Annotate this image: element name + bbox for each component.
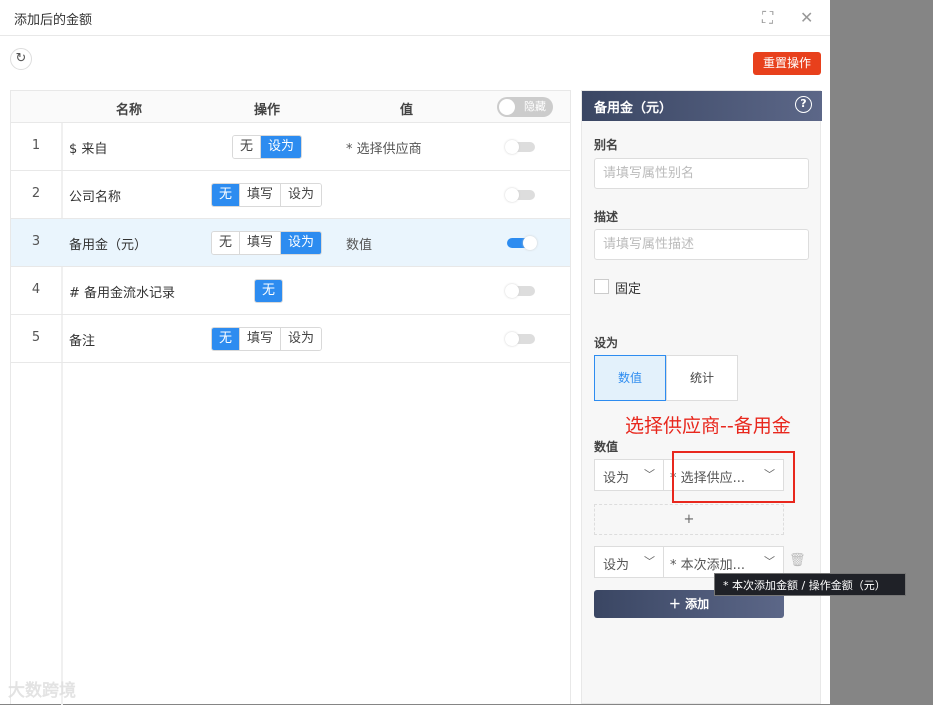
- option-stat[interactable]: 统计: [666, 355, 738, 401]
- row-index: 4: [31, 282, 41, 297]
- table-row[interactable]: 1 $ 来自 无设为 * 选择供应商: [11, 123, 570, 171]
- op-option[interactable]: 设为: [281, 232, 322, 254]
- trash-icon[interactable]: 🗑: [789, 553, 806, 568]
- table-row[interactable]: 3 备用金（元） 无填写 设为 数值: [11, 219, 570, 267]
- hide-toggle[interactable]: 隐藏: [497, 97, 553, 117]
- rule2-mode-select[interactable]: 设为 ﹀: [594, 546, 664, 578]
- annotation-text: 选择供应商--备用金: [625, 415, 791, 437]
- dialog-title: 添加后的金额: [14, 13, 93, 28]
- row-value: 数值: [346, 238, 373, 253]
- add-button-label: 添加: [685, 597, 710, 611]
- op-option[interactable]: 无: [212, 232, 241, 254]
- chevron-down-icon: ﹀: [644, 555, 655, 568]
- table-header: 名称 操作 值 隐藏: [11, 91, 570, 123]
- panel-title: 备用金（元）: [594, 101, 673, 116]
- table-row[interactable]: 2 公司名称 无填写 设为: [11, 171, 570, 219]
- row-name: 公司名称: [69, 190, 122, 205]
- panel-header: 备用金（元） ?: [582, 91, 822, 121]
- row-index: 1: [31, 138, 41, 153]
- op-segment: 无填写 设为: [211, 231, 323, 255]
- op-segment: 无设为: [232, 135, 303, 159]
- rule1-mode: 设为: [603, 471, 630, 486]
- close-icon[interactable]: ✕: [800, 8, 813, 27]
- row-index: 5: [31, 330, 41, 345]
- highlight-box: [672, 451, 795, 503]
- reset-button[interactable]: 重置操作: [753, 52, 821, 75]
- row-index: 3: [31, 234, 41, 249]
- expand-icon[interactable]: ⛶: [762, 8, 773, 28]
- desc-label: 描述: [594, 210, 619, 224]
- tooltip: * 本次添加金额 / 操作金额（元）: [714, 573, 906, 596]
- alias-input[interactable]: [594, 158, 809, 189]
- table-row[interactable]: 5 备注 无填写 设为: [11, 315, 570, 363]
- rule1-mode-select[interactable]: 设为 ﹀: [594, 459, 664, 491]
- op-option[interactable]: 无: [255, 280, 283, 302]
- value-label: 数值: [594, 440, 619, 454]
- row-toggle[interactable]: [505, 284, 535, 298]
- op-option[interactable]: 填写: [240, 184, 282, 206]
- chevron-down-icon: ﹀: [764, 555, 775, 568]
- header-name: 名称: [116, 103, 143, 118]
- op-option[interactable]: 设为: [281, 184, 322, 206]
- desc-input[interactable]: [594, 229, 809, 260]
- op-option[interactable]: 设为: [261, 136, 302, 158]
- fixed-checkbox[interactable]: [594, 279, 609, 294]
- dialog: 添加后的金额 ⛶ ✕ ↻ 重置操作 名称 操作 值 隐藏 1 $ 来自 无设为 …: [0, 0, 906, 705]
- row-toggle[interactable]: [505, 188, 535, 202]
- setas-label: 设为: [594, 336, 619, 350]
- row-name: $ 来自: [69, 142, 108, 157]
- title-bar: 添加后的金额 ⛶ ✕: [0, 0, 830, 36]
- row-index: 2: [31, 186, 41, 201]
- field-table: 名称 操作 值 隐藏 1 $ 来自 无设为 * 选择供应商 2 公司名称 无填写…: [10, 90, 571, 705]
- row-name: 备注: [69, 334, 96, 349]
- fixed-label: 固定: [615, 282, 642, 297]
- table-row[interactable]: 4 # 备用金流水记录 无: [11, 267, 570, 315]
- alias-label: 别名: [594, 138, 619, 152]
- op-segment: 无: [254, 279, 284, 303]
- rule2-target: * 本次添加...: [670, 558, 746, 573]
- chevron-down-icon: ﹀: [644, 468, 655, 481]
- row-name: 备用金（元）: [69, 238, 148, 253]
- op-segment: 无填写 设为: [211, 327, 323, 351]
- op-option[interactable]: 填写: [240, 232, 282, 254]
- op-option[interactable]: 设为: [281, 328, 322, 350]
- watermark-logo: 大数跨境: [8, 681, 76, 701]
- op-option[interactable]: 无: [233, 136, 262, 158]
- row-toggle[interactable]: [505, 140, 535, 154]
- header-op: 操作: [254, 103, 281, 118]
- help-icon[interactable]: ?: [795, 96, 812, 113]
- op-segment: 无填写 设为: [211, 183, 323, 207]
- op-option[interactable]: 填写: [240, 328, 282, 350]
- row-toggle[interactable]: [507, 236, 537, 250]
- header-value: 值: [400, 103, 414, 118]
- rule2-mode: 设为: [603, 558, 630, 573]
- property-panel: 备用金（元） ? 别名 描述 固定 设为 数值 统计 选择供应商--备用金 数值…: [581, 90, 822, 704]
- add-rule-button[interactable]: +: [594, 504, 784, 535]
- row-name: # 备用金流水记录: [69, 286, 176, 301]
- option-value[interactable]: 数值: [594, 355, 666, 401]
- op-option[interactable]: 无: [212, 328, 241, 350]
- refresh-icon[interactable]: ↻: [10, 48, 32, 70]
- row-toggle[interactable]: [505, 332, 535, 346]
- op-option[interactable]: 无: [212, 184, 241, 206]
- row-value: * 选择供应商: [346, 142, 422, 157]
